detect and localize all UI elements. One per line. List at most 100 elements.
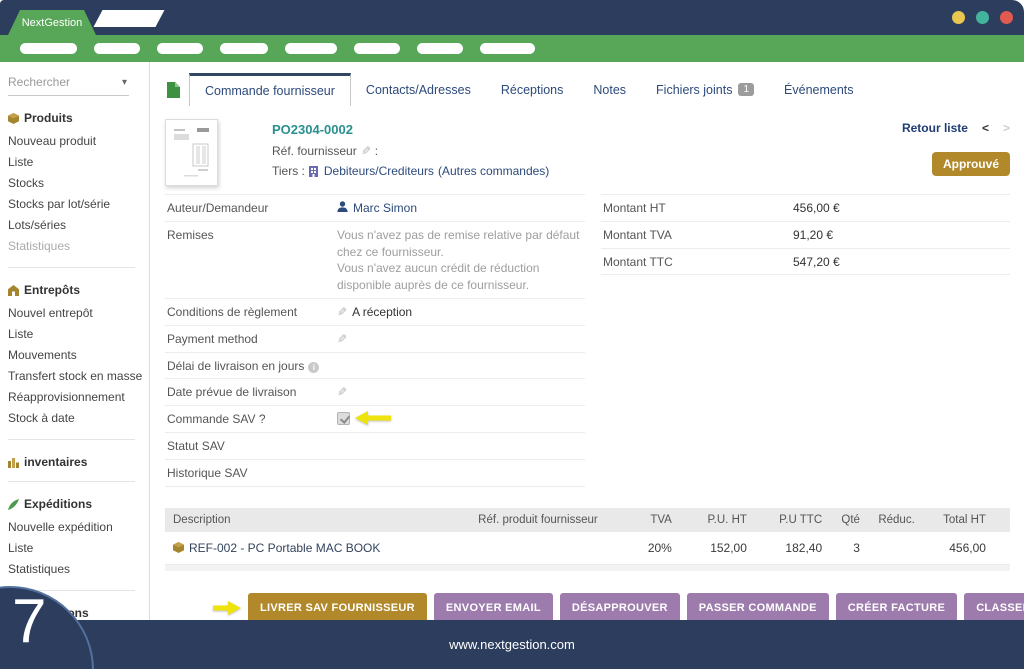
search-box[interactable]: Rechercher ▾ — [8, 72, 129, 96]
company-building-icon — [309, 166, 320, 177]
col-pu-ht: P.U. HT — [680, 508, 755, 532]
cell-total-ht: 456,00 — [923, 532, 994, 565]
tab-label: Fichiers joints — [656, 83, 732, 97]
thirdparty-link[interactable]: Debiteurs/Crediteurs — [324, 164, 434, 178]
tab-receptions[interactable]: Réceptions — [486, 73, 579, 106]
cell-pu-ht: 152,00 — [680, 532, 755, 565]
col-reduc: Réduc. — [868, 508, 923, 532]
edit-pencil-icon[interactable]: ✎ — [337, 384, 347, 401]
tab-notes[interactable]: Notes — [578, 73, 641, 106]
nav-pill[interactable] — [94, 43, 140, 54]
window-dot-yellow[interactable] — [952, 11, 965, 24]
other-orders-link[interactable]: (Autres commandes) — [438, 164, 549, 178]
sidebar-item-stock-a-date[interactable]: Stock à date — [8, 409, 149, 427]
chevron-left-icon[interactable]: < — [982, 121, 989, 135]
tab-fichiers-joints[interactable]: Fichiers joints 1 — [641, 73, 769, 106]
col-description: Description — [165, 508, 450, 532]
sidebar-item-liste-expeditions[interactable]: Liste — [8, 539, 149, 557]
section-label: Expéditions — [24, 497, 92, 511]
window-dot-red[interactable] — [1000, 11, 1013, 24]
left-sidebar: Rechercher ▾ Produits Nouveau produit Li… — [0, 62, 150, 669]
tab-label: Réceptions — [501, 83, 564, 97]
sidebar-item-statistiques-expeditions[interactable]: Statistiques — [8, 560, 149, 578]
section-label: Entrepôts — [24, 283, 80, 297]
nav-pill[interactable] — [417, 43, 463, 54]
sidebar-item-reapprovisionnement[interactable]: Réapprovisionnement — [8, 388, 149, 406]
sidebar-item-stocks[interactable]: Stocks — [8, 174, 149, 192]
envoyer-email-button[interactable]: ENVOYER EMAIL — [434, 593, 553, 623]
sidebar-section-title-expeditions[interactable]: Expéditions — [8, 497, 149, 511]
author-link[interactable]: Marc Simon — [353, 200, 417, 217]
order-summary: PO2304-0002 Réf. fournisseur ✎ : Tiers :… — [272, 119, 549, 186]
classer-facture-button[interactable]: CLASSER FACTURÉ — [964, 593, 1024, 623]
edit-pencil-icon[interactable]: ✎ — [337, 304, 347, 321]
shipping-icon — [8, 499, 19, 510]
back-to-list-link[interactable]: Retour liste — [902, 121, 968, 135]
order-banner: PO2304-0002 Réf. fournisseur ✎ : Tiers :… — [165, 119, 1010, 186]
sidebar-item-liste-produits[interactable]: Liste — [8, 153, 149, 171]
cell-qty: 3 — [830, 532, 868, 565]
sidebar-divider — [8, 439, 135, 440]
sidebar-item-lots-series[interactable]: Lots/séries — [8, 216, 149, 234]
main-panel: Commande fournisseur Contacts/Adresses R… — [150, 62, 1024, 623]
sav-order-checkbox[interactable] — [337, 412, 350, 425]
search-input[interactable]: Rechercher — [8, 75, 70, 89]
field-row-discounts: Remises Vous n'avez pas de remise relati… — [165, 222, 585, 299]
nav-pill[interactable] — [480, 43, 535, 54]
main-nav-bar — [0, 35, 1024, 62]
sidebar-item-nouvel-entrepot[interactable]: Nouvel entrepôt — [8, 304, 149, 322]
sidebar-item-transfert-stock[interactable]: Transfert stock en masse — [8, 367, 149, 385]
col-total-ht: Total HT — [923, 508, 994, 532]
creer-facture-button[interactable]: CRÉER FACTURE — [836, 593, 957, 623]
desapprouver-button[interactable]: DÉSAPPROUVER — [560, 593, 680, 623]
sidebar-item-mouvements[interactable]: Mouvements — [8, 346, 149, 364]
ref-supplier-label: Réf. fournisseur — [272, 144, 357, 158]
sidebar-section-title-inventaires[interactable]: inventaires — [8, 455, 149, 469]
brand-tab[interactable]: NextGestion — [8, 10, 96, 35]
details-left-column: Auteur/Demandeur Marc Simon Remises Vous… — [165, 194, 585, 487]
passer-commande-button[interactable]: PASSER COMMANDE — [687, 593, 829, 623]
ref-supplier-separator: : — [375, 144, 378, 158]
sidebar-item-liste-entrepots[interactable]: Liste — [8, 325, 149, 343]
document-thumbnail[interactable] — [165, 119, 218, 186]
chevron-right-icon[interactable]: > — [1003, 121, 1010, 135]
sidebar-item-nouveau-produit[interactable]: Nouveau produit — [8, 132, 149, 150]
inventory-icon — [8, 457, 19, 468]
window-controls — [952, 11, 1013, 24]
product-link[interactable]: REF-002 - PC Portable MAC BOOK — [173, 541, 442, 555]
product-cube-icon — [173, 542, 184, 553]
sidebar-item-stocks-lot-serie[interactable]: Stocks par lot/série — [8, 195, 149, 213]
field-row-payment-method: Payment method ✎ — [165, 326, 585, 353]
tab-evenements[interactable]: Événements — [769, 73, 868, 106]
banner-right: Retour liste < > Approuvé — [902, 119, 1010, 186]
tab-commande-fournisseur[interactable]: Commande fournisseur — [189, 73, 351, 106]
sidebar-section-entrepots: Entrepôts Nouvel entrepôt Liste Mouvemen… — [8, 283, 149, 427]
field-label: Auteur/Demandeur — [167, 200, 337, 217]
warehouse-icon — [8, 285, 19, 296]
nav-pill[interactable] — [220, 43, 268, 54]
sidebar-section-title-produits[interactable]: Produits — [8, 111, 149, 125]
field-label: Montant TTC — [603, 254, 793, 271]
slide-number: 7 — [12, 591, 46, 653]
nav-pill[interactable] — [354, 43, 400, 54]
status-badge-approved: Approuvé — [932, 152, 1010, 176]
field-label: Historique SAV — [167, 465, 337, 482]
tab-label: Notes — [593, 83, 626, 97]
cell-actions — [994, 532, 1010, 565]
window-dot-teal[interactable] — [976, 11, 989, 24]
field-label: Conditions de règlement — [167, 304, 337, 321]
tab-contacts-adresses[interactable]: Contacts/Adresses — [351, 73, 486, 106]
sidebar-section-inventaires: inventaires — [8, 455, 149, 469]
sidebar-item-nouvelle-expedition[interactable]: Nouvelle expédition — [8, 518, 149, 536]
attachment-count-badge: 1 — [738, 83, 754, 96]
livrer-sav-fournisseur-button[interactable]: LIVRER SAV FOURNISSEUR — [248, 593, 427, 623]
edit-pencil-icon[interactable]: ✎ — [361, 144, 371, 158]
cell-ref — [450, 532, 625, 565]
field-label: Remises — [167, 227, 337, 244]
nav-pill[interactable] — [20, 43, 77, 54]
edit-pencil-icon[interactable]: ✎ — [337, 331, 347, 348]
sidebar-section-title-entrepots[interactable]: Entrepôts — [8, 283, 149, 297]
annotation-arrow-right-icon — [213, 601, 241, 615]
nav-pill[interactable] — [157, 43, 203, 54]
nav-pill[interactable] — [285, 43, 337, 54]
